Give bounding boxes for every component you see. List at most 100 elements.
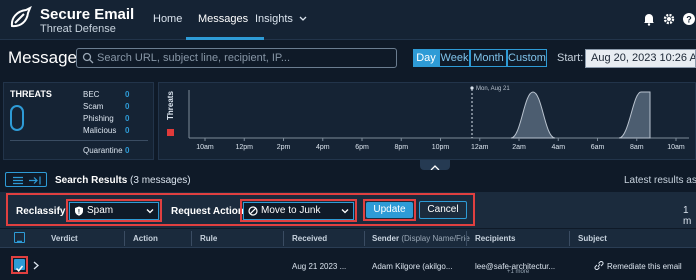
page-title: Messages [8, 48, 86, 67]
column-recipients[interactable]: Recipients [475, 234, 515, 243]
x-axis-tick-label: 8pm [394, 144, 408, 151]
legend-label: Threats [166, 91, 175, 120]
column-received[interactable]: Received [292, 234, 327, 243]
quarantine-value[interactable]: 0 [125, 146, 129, 155]
brand-subtitle: Threat Defense [40, 23, 116, 35]
nav-messages[interactable]: Messages [198, 13, 248, 25]
minus-icon [17, 240, 22, 243]
select-all-checkbox[interactable] [14, 232, 25, 243]
reclassify-value: Spam [87, 205, 114, 216]
threat-value-malicious[interactable]: 0 [125, 126, 129, 135]
chevron-down-icon [341, 209, 349, 214]
x-axis-ticks: 10am 12pm 2pm 4pm 6pm 8pm 10pm 12am 2am 4am 6am 8am… [196, 138, 685, 151]
column-verdict[interactable]: Verdict [51, 234, 78, 243]
range-day-button[interactable]: Day [413, 49, 439, 67]
table-row[interactable] [0, 249, 696, 280]
filter-expand-icon [13, 176, 41, 185]
threat-value-phishing[interactable]: 0 [125, 114, 129, 123]
column-separator [191, 231, 192, 246]
help-icon[interactable]: ? [682, 12, 696, 26]
results-hint: Latest results as o [624, 175, 696, 186]
request-action-label: Request Action: [171, 206, 248, 217]
column-separator [466, 231, 467, 246]
marker-label: Mon, Aug 21 [476, 86, 510, 92]
x-axis-tick-label: 2pm [277, 144, 291, 151]
gear-icon[interactable] [662, 12, 676, 26]
start-date-field[interactable]: Aug 20, 2023 10:26 AM [585, 49, 696, 68]
threat-label-phishing: Phishing [83, 114, 114, 123]
column-separator [283, 231, 284, 246]
nav-home[interactable]: Home [153, 13, 182, 25]
row-checkbox[interactable] [14, 259, 25, 272]
x-axis-tick-label: 10pm [432, 144, 450, 151]
x-axis-tick-label: 4pm [316, 144, 330, 151]
search-input[interactable]: Search URL, subject line, recipient, IP.… [76, 48, 397, 68]
top-navigation: Secure Email Threat Defense Home Message… [0, 0, 696, 40]
app-root: Secure Email Threat Defense Home Message… [0, 0, 696, 280]
column-action[interactable]: Action [133, 234, 158, 243]
threat-label-malicious: Malicious [83, 126, 117, 135]
no-entry-icon [248, 206, 258, 216]
column-sender[interactable]: Sender (Display Name/Frie [372, 234, 470, 243]
marker-dot [470, 86, 474, 90]
threat-label-bec: BEC [83, 90, 100, 99]
x-axis-tick-label: 2am [512, 144, 526, 151]
search-icon [82, 52, 94, 64]
row-recipient-more[interactable]: +1 more [507, 269, 529, 275]
chevron-down-icon [146, 209, 154, 214]
brand-title: Secure Email [40, 6, 135, 23]
cancel-button[interactable]: Cancel [419, 201, 467, 219]
results-count: (3 messages) [130, 175, 191, 186]
shield-alert-icon: ! [75, 206, 83, 216]
collapse-chart-tab[interactable] [420, 160, 450, 171]
start-label: Start: [557, 52, 584, 64]
expand-columns-button[interactable] [5, 172, 47, 187]
threat-value-bec[interactable]: 0 [125, 90, 129, 99]
threat-label-scam: Scam [83, 102, 104, 111]
x-axis-tick-label: 6pm [355, 144, 369, 151]
results-title: Search Results (3 messages) [55, 175, 191, 186]
x-axis-tick-label: 4am [551, 144, 565, 151]
chevron-right-icon[interactable] [33, 261, 39, 270]
x-axis-tick-label: 6am [591, 144, 605, 151]
row-sender: Adam Kilgore (akilgo... [372, 262, 453, 271]
svg-text:!: ! [78, 209, 80, 216]
row-received: Aug 21 2023 ... [292, 262, 347, 271]
range-custom-button[interactable]: Custom [507, 49, 547, 67]
threat-peak-1 [510, 91, 556, 139]
request-action-select[interactable]: Move to Junk [243, 202, 354, 220]
x-axis-tick-label: 12pm [235, 144, 253, 151]
threats-total-zero [10, 105, 24, 131]
threat-peak-2 [618, 91, 651, 139]
active-tab-indicator [186, 37, 264, 40]
search-placeholder: Search URL, subject line, recipient, IP.… [97, 52, 291, 64]
reclassify-select[interactable]: ! Spam [69, 202, 159, 220]
column-separator [569, 231, 570, 246]
threats-title: THREATS [10, 89, 52, 99]
column-sender-sub: (Display Name/Frie [401, 234, 470, 243]
threat-value-scam[interactable]: 0 [125, 102, 129, 111]
page-indicator: 1 m [683, 205, 692, 227]
update-button[interactable]: Update [366, 202, 413, 218]
threat-timeline-chart: Threats Mon, Aug 21 10am 12pm 2pm 4pm 6pm 8pm… [166, 86, 689, 151]
x-axis-tick-label: 10am [667, 144, 685, 151]
range-week-button[interactable]: Week [439, 49, 470, 67]
request-action-value: Move to Junk [261, 205, 321, 216]
remediate-link[interactable]: Remediate this email [607, 262, 682, 271]
column-sender-label: Sender [372, 234, 400, 243]
reclassify-label: Reclassify: [16, 206, 69, 217]
logo-icon [10, 6, 32, 28]
column-subject[interactable]: Subject [578, 234, 607, 243]
range-month-button[interactable]: Month [470, 49, 507, 67]
nav-insights[interactable]: Insights [255, 13, 307, 25]
threat-timeline-panel: Threats Mon, Aug 21 10am 12pm 2pm 4pm 6pm 8pm… [158, 82, 696, 160]
column-rule[interactable]: Rule [200, 234, 217, 243]
x-axis-tick-label: 12am [471, 144, 489, 151]
threats-summary-panel: THREATS 0 BEC 0 Scam 0 Phishing 0 Malici… [3, 82, 154, 160]
bell-icon[interactable] [642, 12, 656, 26]
svg-text:?: ? [686, 15, 692, 25]
chevron-down-icon [299, 16, 307, 22]
link-icon [594, 261, 604, 270]
nav-insights-label: Insights [255, 13, 293, 25]
column-separator [364, 231, 365, 246]
